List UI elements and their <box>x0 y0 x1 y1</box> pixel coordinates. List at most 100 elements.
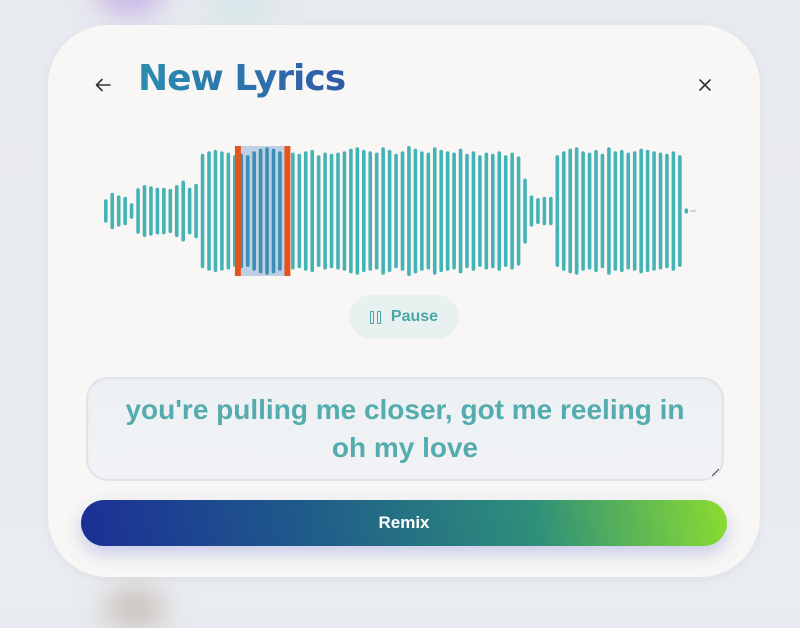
waveform-bar <box>497 151 502 271</box>
pause-button-label: Pause <box>390 308 439 325</box>
waveform-bar <box>568 148 572 274</box>
waveform-bar <box>542 196 547 226</box>
waveform-bar <box>503 155 508 267</box>
close-button[interactable] <box>690 70 720 100</box>
waveform-bar <box>484 152 489 270</box>
waveform-bar <box>116 195 121 227</box>
pause-button[interactable]: Pause <box>349 295 459 339</box>
waveform-bar <box>355 147 360 275</box>
waveform-bar <box>155 187 160 235</box>
arrow-left-icon <box>95 78 111 92</box>
waveform-bar <box>265 147 269 275</box>
waveform-bar <box>413 148 418 274</box>
waveform-bar <box>213 149 218 273</box>
waveform-bar <box>632 151 637 271</box>
waveform-bar <box>200 153 205 269</box>
waveform-bar <box>439 149 443 273</box>
remix-button[interactable]: Remix <box>81 500 727 546</box>
waveform-bar <box>329 153 334 269</box>
waveform-bar <box>426 152 431 270</box>
waveform-bar <box>620 149 624 273</box>
waveform-bar <box>168 188 173 234</box>
waveform-bar <box>226 152 231 270</box>
waveform-bar <box>136 188 140 234</box>
waveform-bar <box>420 151 424 271</box>
waveform-bar <box>523 178 527 244</box>
waveform-bar <box>342 151 347 271</box>
close-icon <box>699 79 711 91</box>
waveform-bar <box>394 153 398 269</box>
waveform-bar <box>303 151 308 271</box>
waveform-bar <box>187 187 192 235</box>
waveform-bar <box>258 148 263 274</box>
background-blob <box>95 0 165 15</box>
waveform-bar <box>478 155 482 267</box>
waveform-bar <box>162 187 166 235</box>
waveform-bar <box>174 185 179 237</box>
waveform-bar <box>561 151 566 271</box>
waveform-bar <box>362 149 366 273</box>
waveform-bar <box>587 152 592 270</box>
waveform-bar <box>336 152 340 270</box>
waveform-bar <box>381 147 385 275</box>
waveform-bar <box>536 198 540 224</box>
waveform-bar <box>291 152 295 270</box>
waveform-bar <box>555 155 560 267</box>
waveform-bar <box>652 151 656 271</box>
lyrics-line: oh my love <box>331 432 479 463</box>
waveform-bar <box>581 151 585 271</box>
waveform-bar <box>645 149 650 273</box>
waveform-bar <box>658 152 663 270</box>
dialog-title: New Lyrics <box>138 58 346 99</box>
waveform-bar <box>297 153 302 269</box>
waveform-bar <box>458 148 463 274</box>
waveform-bar <box>194 183 198 239</box>
selection-start-handle[interactable] <box>234 146 241 276</box>
waveform-bar <box>149 186 153 236</box>
waveform-bar <box>374 152 379 270</box>
waveform-bar <box>678 155 682 267</box>
waveform-bar <box>445 151 450 271</box>
waveform-bar <box>104 199 108 223</box>
waveform-bar <box>549 196 553 226</box>
waveform-bar <box>142 185 147 237</box>
waveform-bar <box>323 152 327 270</box>
background-blob <box>205 0 275 18</box>
waveform-bar <box>491 153 495 269</box>
waveform-bar <box>607 147 611 275</box>
waveform-bar <box>529 195 534 227</box>
waveform-bar <box>368 151 373 271</box>
new-lyrics-dialog: New Lyrics Pause you're pulling me close… <box>48 25 760 577</box>
waveform-bar <box>574 147 579 275</box>
waveform-bar <box>613 151 618 271</box>
waveform-bar <box>207 151 211 271</box>
waveform-bar <box>400 151 405 271</box>
waveform-bar <box>639 148 643 274</box>
pause-icon <box>369 310 381 324</box>
waveform-bar <box>349 148 353 274</box>
waveform-bar <box>245 155 250 267</box>
waveform-bar <box>671 151 676 271</box>
waveform-bar <box>407 146 411 276</box>
waveform-bar <box>665 153 669 269</box>
waveform-bar <box>471 151 476 271</box>
background-blob <box>105 588 165 628</box>
waveform-bar <box>310 149 314 273</box>
waveform-bar <box>594 149 598 273</box>
waveform-bar <box>316 155 321 267</box>
waveform-bar <box>510 152 514 270</box>
audio-waveform[interactable] <box>102 143 706 279</box>
waveform-bar <box>684 208 689 214</box>
selection-end-handle[interactable] <box>284 146 291 276</box>
waveform-bar <box>271 148 276 274</box>
lyrics-line: you're pulling me closer, got me reeling… <box>125 394 685 425</box>
lyrics-textarea[interactable]: you're pulling me closer, got me reeling… <box>86 377 724 481</box>
waveform-bar <box>432 147 437 275</box>
waveform-bar <box>465 153 469 269</box>
waveform-bar <box>278 151 282 271</box>
waveform-bar <box>181 180 185 242</box>
back-button[interactable] <box>88 70 118 100</box>
waveform-bar <box>220 151 224 271</box>
resize-handle-icon[interactable] <box>712 469 719 476</box>
waveform-bar <box>387 149 392 273</box>
